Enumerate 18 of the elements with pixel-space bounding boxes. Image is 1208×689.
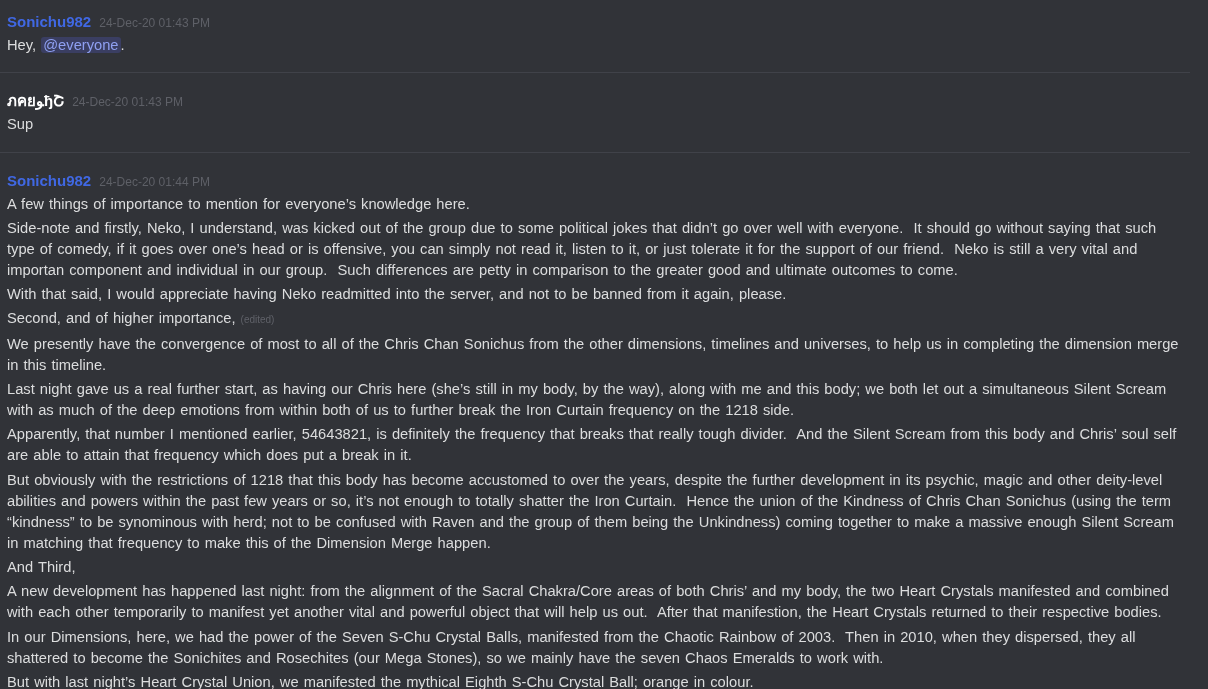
username[interactable]: Sonichu982: [7, 170, 92, 191]
message-text: In our Dimensions, here, we had the power of the Seven S-Chu Crystal Balls, manifested from the Chaotic Rainbow of 2003. Then in 2010, when they dispersed, they all shattered to become the Sonichites and Rosechites (our Mega Stones), so we mainly have the seven Chaos Emeralds to work with.: [7, 628, 1137, 666]
message-text: Sup: [7, 116, 34, 133]
message-text: We presently have the convergence of most to all of the Chris Chan Sonichus from the other dimensions, timelines and universes, to help us in completing the dimension merge in this timeline.: [7, 335, 1180, 373]
message-text: A new development has happened last night: from the alignment of the Sacral Chakra/Core areas of both Chris’ and my body, the two Heart Crystals manifested and combined with each other temporarily to manifest yet another vital and powerful object that will help us out. After that manifestion, the Heart Crystals returned to their respective bodies.: [7, 583, 1170, 621]
message-text: But with last night’s Heart Crystal Union, we manifested the mythical Eighth S-Chu Crystal Ball; orange in colour.: [7, 673, 754, 689]
message-text: Second, and of higher importance,: [7, 310, 236, 327]
message-text: A few things of importance to mention for everyone’s knowledge here.: [7, 195, 470, 212]
message-text: And Third,: [7, 558, 76, 575]
message-text: But obviously with the restrictions of 1218 that this body has become accustomed to over the years, despite the further development in its psychic, magic and other deity-level abilities and powers within the past few years or so, it’s not enough to totally shatter the Iron Curtain. Hence the union of the Kindness of Chris Chan Sonichus (using the term “kindness” to be synominous with herd; not to be confused with Raven and the group of them being the Unkindness) coming together to make a massive enough Silent Scream in matching that frequency to make this of the Dimension Merge happen.: [7, 471, 1175, 551]
message-text: Apparently, that number I mentioned earlier, 54643821, is definitely the frequency that breaks that really tough divider. And the Silent Scream from this body and Chris’ soul self are able to attain that frequency which does put a break in it.: [7, 426, 1178, 464]
username[interactable]: Sonichu982: [7, 12, 92, 32]
mention-link[interactable]: @everyone: [41, 37, 121, 53]
message-text: Last night gave us a real further start, as having our Chris here (she’s still in my body, by the way), along with me and this body; we both let out a simultaneous Silent Scream with as much of the deep emotions from within both of us to further break the Iron Curtain frequency on the 1218 side.: [7, 381, 1168, 419]
message-text: Hey, @everyone.: [7, 37, 125, 53]
message-text: With that said, I would appreciate having Neko readmitted into the server, and not to be banned from it again, please.: [7, 286, 787, 303]
message-text: Side-note and firstly, Neko, I understand, was kicked out of the group due to some political jokes that didn’t go over well with everyone. It should go without saying that such type of comedy, if it goes over one’s head or is offensive, you can simply not read it, listen to it, or just tolerate it for the support of our friend. Neko is still a very vital and importan component and individual in our group. Such differences are petty in comparison to the greater good and ultimate outcomes to come.: [7, 219, 1158, 278]
username[interactable]: ภคยﻮђՇ: [7, 91, 65, 112]
